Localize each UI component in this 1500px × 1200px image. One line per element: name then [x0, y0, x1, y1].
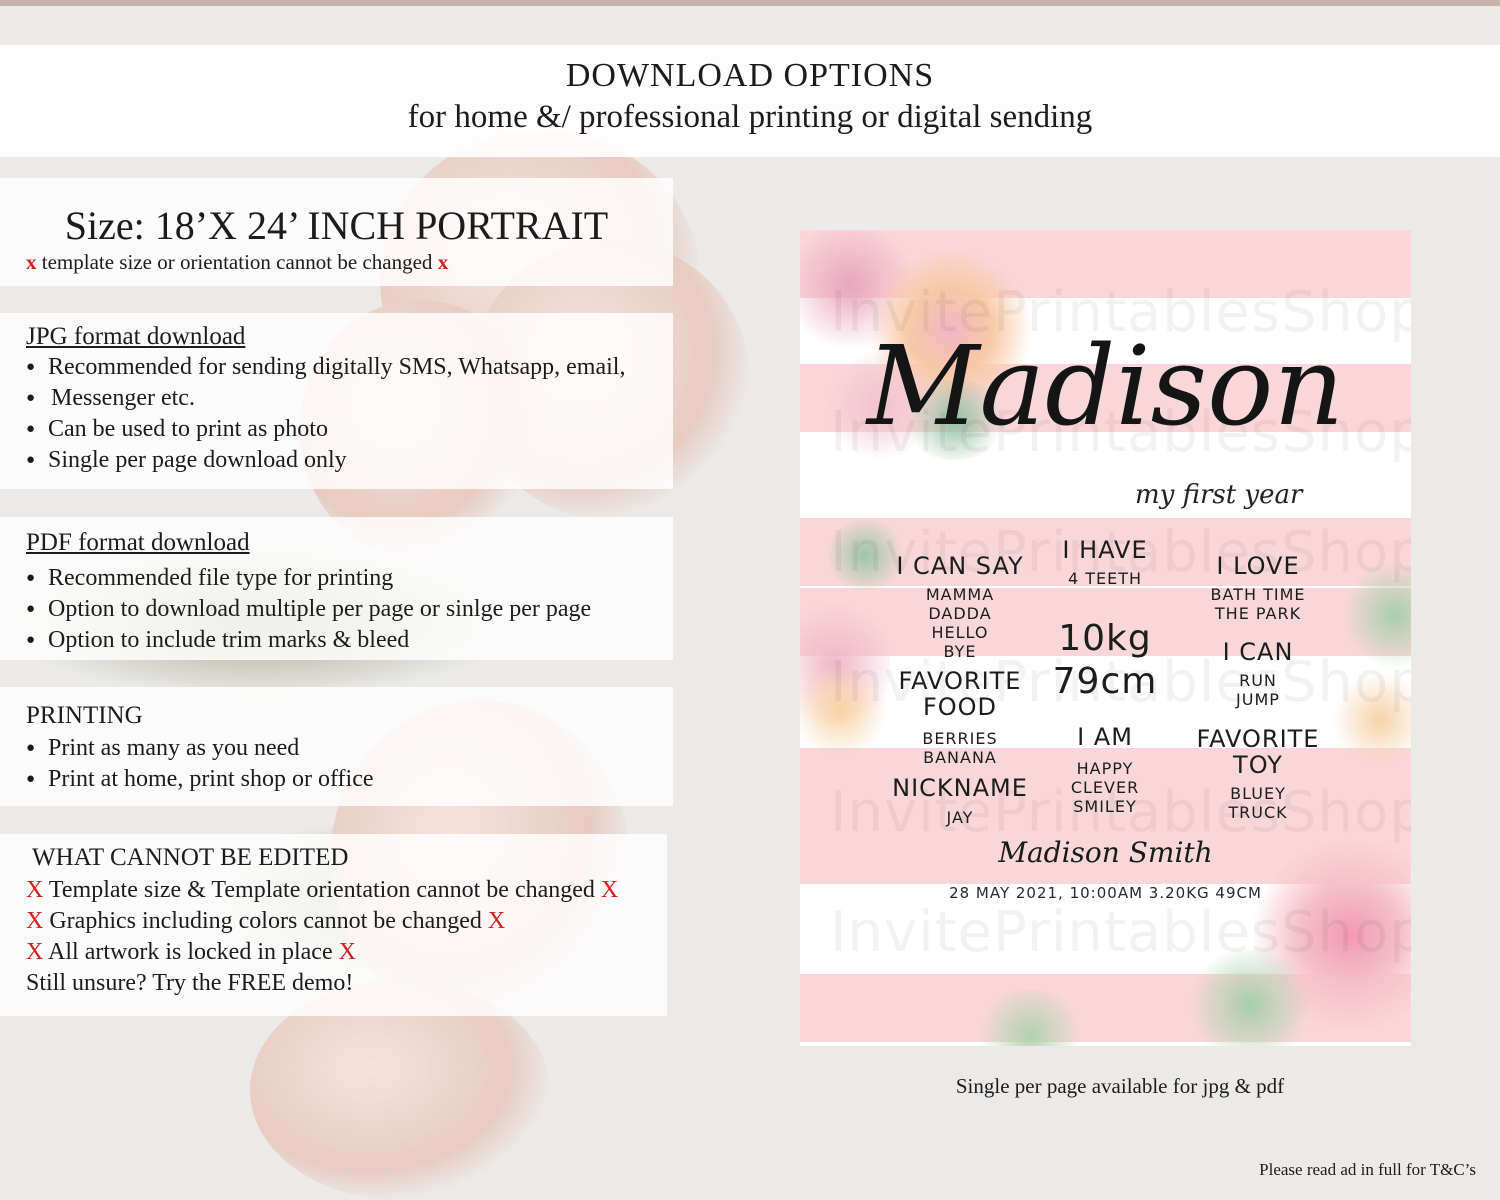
am-title: I AM	[1077, 723, 1133, 751]
header-subtitle: for home &/ professional printing or dig…	[407, 99, 1093, 135]
can-list: RUN JUMP	[1236, 671, 1280, 709]
x-icon: X	[26, 908, 44, 934]
list-item: Print at home, print shop or office	[24, 764, 374, 795]
poster-name: Madison	[866, 322, 1345, 450]
list-item: Recommended for sending digitally SMS, W…	[24, 352, 625, 383]
watermark: InvitePrintablesShop	[830, 900, 1411, 965]
have-title: I HAVE	[1062, 536, 1148, 564]
list-item: X Template size & Template orientation c…	[26, 877, 619, 903]
list-item: X All artwork is locked in place X	[26, 939, 356, 965]
list-item: Print as many as you need	[24, 733, 374, 764]
cannot-edit-title: WHAT CANNOT BE EDITED	[32, 844, 349, 871]
height-value: 79cm	[1052, 661, 1158, 702]
header-title: DOWNLOAD OPTIONS	[565, 57, 935, 94]
weight-value: 10kg	[1058, 618, 1152, 659]
x-icon: x	[26, 250, 37, 274]
love-title: I LOVE	[1216, 552, 1300, 580]
food-title: FAVORITE FOOD	[898, 667, 1022, 721]
jpg-bullet-list: Recommended for sending digitally SMS, W…	[24, 352, 625, 476]
x-icon: X	[26, 877, 44, 903]
list-item-continuation: Messenger etc.	[24, 383, 625, 414]
x-icon: X	[338, 939, 356, 965]
x-icon: X	[487, 908, 506, 934]
can-say-title: I CAN SAY	[896, 552, 1024, 580]
preview-caption: Single per page available for jpg & pdf	[955, 1074, 1285, 1098]
size-title: Size: 18’X 24’ INCH PORTRAIT	[64, 203, 609, 248]
size-panel: Size: 18’X 24’ INCH PORTRAIT x template …	[0, 178, 673, 286]
printing-title: PRINTING	[26, 702, 143, 729]
pdf-bullet-list: Recommended file type for printing Optio…	[24, 563, 591, 656]
have-value: 4 TEETH	[1067, 569, 1143, 588]
pdf-title: PDF format download	[26, 529, 250, 556]
cannot-edit-list: X Template size & Template orientation c…	[26, 875, 618, 999]
jpg-title: JPG format download	[26, 323, 246, 350]
poster-preview: InvitePrintablesShop InvitePrintablesSho…	[800, 230, 1411, 1046]
terms-note: Please read ad in full for T&C’s	[1259, 1160, 1476, 1179]
poster-subtitle: my first year	[1135, 480, 1303, 510]
list-item: X Graphics including colors cannot be ch…	[26, 908, 506, 934]
nickname-value: JAY	[946, 808, 974, 827]
list-item: Can be used to print as photo	[24, 414, 625, 445]
download-options-header: DOWNLOAD OPTIONS for home &/ professiona…	[0, 45, 1500, 157]
poster-signature: Madison Smith	[998, 836, 1213, 869]
list-item: Recommended file type for printing	[24, 563, 591, 594]
pdf-panel: PDF format download Recommended file typ…	[0, 517, 673, 660]
size-note-text: template size or orientation cannot be c…	[41, 250, 433, 274]
nickname-title: NICKNAME	[892, 774, 1028, 802]
x-icon: x	[437, 250, 449, 274]
printing-panel: PRINTING Print as many as you need Print…	[0, 687, 673, 806]
list-item: Option to include trim marks & bleed	[24, 625, 591, 656]
am-list: HAPPY CLEVER SMILEY	[1070, 759, 1140, 816]
can-title: I CAN	[1222, 638, 1294, 666]
toy-list: BLUEY TRUCK	[1228, 784, 1288, 822]
demo-note: Still unsure? Try the FREE demo!	[26, 970, 354, 996]
list-item: Option to download multiple per page or …	[24, 594, 591, 625]
top-edge-strip	[0, 0, 1500, 6]
toy-title: FAVORITE TOY	[1196, 725, 1320, 779]
love-list: BATH TIME THE PARK	[1210, 585, 1306, 623]
size-note: x template size or orientation cannot be…	[26, 250, 448, 275]
list-item: Single per page download only	[24, 445, 625, 476]
x-icon: X	[600, 877, 619, 903]
cannot-edit-panel: WHAT CANNOT BE EDITED X Template size & …	[0, 834, 667, 1016]
printing-bullet-list: Print as many as you need Print at home,…	[24, 733, 374, 795]
jpg-panel: JPG format download Recommended for send…	[0, 313, 673, 489]
can-say-list: MAMMA DADDA HELLO BYE	[925, 585, 995, 661]
birth-details: 28 MAY 2021, 10:00AM 3.20KG 49CM	[949, 884, 1262, 902]
food-list: BERRIES BANANA	[922, 729, 998, 767]
x-icon: X	[26, 939, 44, 965]
